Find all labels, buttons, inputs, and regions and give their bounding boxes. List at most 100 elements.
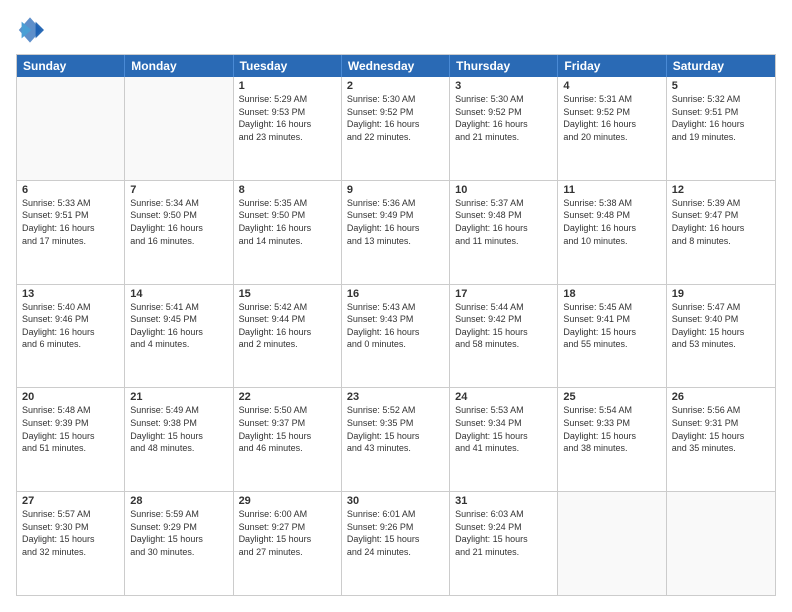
day-info: Sunrise: 5:37 AM Sunset: 9:48 PM Dayligh… — [455, 197, 552, 247]
day-cell-31: 31Sunrise: 6:03 AM Sunset: 9:24 PM Dayli… — [450, 492, 558, 595]
calendar: SundayMondayTuesdayWednesdayThursdayFrid… — [16, 54, 776, 596]
day-cell-21: 21Sunrise: 5:49 AM Sunset: 9:38 PM Dayli… — [125, 388, 233, 491]
day-info: Sunrise: 5:39 AM Sunset: 9:47 PM Dayligh… — [672, 197, 770, 247]
day-info: Sunrise: 5:42 AM Sunset: 9:44 PM Dayligh… — [239, 301, 336, 351]
week-row-2: 6Sunrise: 5:33 AM Sunset: 9:51 PM Daylig… — [17, 180, 775, 284]
day-cell-23: 23Sunrise: 5:52 AM Sunset: 9:35 PM Dayli… — [342, 388, 450, 491]
day-info: Sunrise: 5:36 AM Sunset: 9:49 PM Dayligh… — [347, 197, 444, 247]
day-number: 31 — [455, 495, 552, 507]
day-info: Sunrise: 5:48 AM Sunset: 9:39 PM Dayligh… — [22, 404, 119, 454]
day-info: Sunrise: 6:03 AM Sunset: 9:24 PM Dayligh… — [455, 508, 552, 558]
day-number: 21 — [130, 391, 227, 403]
day-number: 8 — [239, 184, 336, 196]
day-number: 10 — [455, 184, 552, 196]
logo-icon — [16, 16, 44, 44]
week-row-3: 13Sunrise: 5:40 AM Sunset: 9:46 PM Dayli… — [17, 284, 775, 388]
day-number: 22 — [239, 391, 336, 403]
day-cell-11: 11Sunrise: 5:38 AM Sunset: 9:48 PM Dayli… — [558, 181, 666, 284]
day-cell-26: 26Sunrise: 5:56 AM Sunset: 9:31 PM Dayli… — [667, 388, 775, 491]
day-info: Sunrise: 5:33 AM Sunset: 9:51 PM Dayligh… — [22, 197, 119, 247]
day-number: 6 — [22, 184, 119, 196]
page: SundayMondayTuesdayWednesdayThursdayFrid… — [0, 0, 792, 612]
day-number: 17 — [455, 288, 552, 300]
day-number: 19 — [672, 288, 770, 300]
day-number: 3 — [455, 80, 552, 92]
day-info: Sunrise: 5:41 AM Sunset: 9:45 PM Dayligh… — [130, 301, 227, 351]
empty-cell — [667, 492, 775, 595]
day-number: 9 — [347, 184, 444, 196]
day-info: Sunrise: 5:30 AM Sunset: 9:52 PM Dayligh… — [455, 93, 552, 143]
day-info: Sunrise: 5:53 AM Sunset: 9:34 PM Dayligh… — [455, 404, 552, 454]
day-number: 14 — [130, 288, 227, 300]
day-info: Sunrise: 5:35 AM Sunset: 9:50 PM Dayligh… — [239, 197, 336, 247]
week-row-1: 1Sunrise: 5:29 AM Sunset: 9:53 PM Daylig… — [17, 77, 775, 180]
day-cell-1: 1Sunrise: 5:29 AM Sunset: 9:53 PM Daylig… — [234, 77, 342, 180]
day-number: 18 — [563, 288, 660, 300]
day-number: 12 — [672, 184, 770, 196]
day-cell-6: 6Sunrise: 5:33 AM Sunset: 9:51 PM Daylig… — [17, 181, 125, 284]
day-cell-24: 24Sunrise: 5:53 AM Sunset: 9:34 PM Dayli… — [450, 388, 558, 491]
day-number: 26 — [672, 391, 770, 403]
calendar-header: SundayMondayTuesdayWednesdayThursdayFrid… — [17, 55, 775, 77]
day-info: Sunrise: 5:59 AM Sunset: 9:29 PM Dayligh… — [130, 508, 227, 558]
day-number: 11 — [563, 184, 660, 196]
day-cell-5: 5Sunrise: 5:32 AM Sunset: 9:51 PM Daylig… — [667, 77, 775, 180]
logo — [16, 16, 48, 44]
week-row-4: 20Sunrise: 5:48 AM Sunset: 9:39 PM Dayli… — [17, 387, 775, 491]
calendar-body: 1Sunrise: 5:29 AM Sunset: 9:53 PM Daylig… — [17, 77, 775, 595]
header-day-monday: Monday — [125, 55, 233, 77]
day-info: Sunrise: 6:00 AM Sunset: 9:27 PM Dayligh… — [239, 508, 336, 558]
day-number: 28 — [130, 495, 227, 507]
day-cell-28: 28Sunrise: 5:59 AM Sunset: 9:29 PM Dayli… — [125, 492, 233, 595]
day-info: Sunrise: 5:40 AM Sunset: 9:46 PM Dayligh… — [22, 301, 119, 351]
day-number: 25 — [563, 391, 660, 403]
empty-cell — [17, 77, 125, 180]
day-number: 7 — [130, 184, 227, 196]
day-cell-19: 19Sunrise: 5:47 AM Sunset: 9:40 PM Dayli… — [667, 285, 775, 388]
day-info: Sunrise: 5:50 AM Sunset: 9:37 PM Dayligh… — [239, 404, 336, 454]
day-cell-12: 12Sunrise: 5:39 AM Sunset: 9:47 PM Dayli… — [667, 181, 775, 284]
day-cell-7: 7Sunrise: 5:34 AM Sunset: 9:50 PM Daylig… — [125, 181, 233, 284]
day-cell-9: 9Sunrise: 5:36 AM Sunset: 9:49 PM Daylig… — [342, 181, 450, 284]
day-info: Sunrise: 5:54 AM Sunset: 9:33 PM Dayligh… — [563, 404, 660, 454]
day-info: Sunrise: 5:31 AM Sunset: 9:52 PM Dayligh… — [563, 93, 660, 143]
day-cell-10: 10Sunrise: 5:37 AM Sunset: 9:48 PM Dayli… — [450, 181, 558, 284]
day-cell-2: 2Sunrise: 5:30 AM Sunset: 9:52 PM Daylig… — [342, 77, 450, 180]
day-number: 2 — [347, 80, 444, 92]
day-cell-14: 14Sunrise: 5:41 AM Sunset: 9:45 PM Dayli… — [125, 285, 233, 388]
day-cell-20: 20Sunrise: 5:48 AM Sunset: 9:39 PM Dayli… — [17, 388, 125, 491]
day-number: 16 — [347, 288, 444, 300]
day-info: Sunrise: 5:56 AM Sunset: 9:31 PM Dayligh… — [672, 404, 770, 454]
day-info: Sunrise: 5:30 AM Sunset: 9:52 PM Dayligh… — [347, 93, 444, 143]
day-info: Sunrise: 5:43 AM Sunset: 9:43 PM Dayligh… — [347, 301, 444, 351]
header-day-tuesday: Tuesday — [234, 55, 342, 77]
day-info: Sunrise: 5:49 AM Sunset: 9:38 PM Dayligh… — [130, 404, 227, 454]
day-number: 13 — [22, 288, 119, 300]
day-cell-15: 15Sunrise: 5:42 AM Sunset: 9:44 PM Dayli… — [234, 285, 342, 388]
day-info: Sunrise: 5:38 AM Sunset: 9:48 PM Dayligh… — [563, 197, 660, 247]
day-cell-8: 8Sunrise: 5:35 AM Sunset: 9:50 PM Daylig… — [234, 181, 342, 284]
day-cell-25: 25Sunrise: 5:54 AM Sunset: 9:33 PM Dayli… — [558, 388, 666, 491]
day-number: 20 — [22, 391, 119, 403]
day-cell-30: 30Sunrise: 6:01 AM Sunset: 9:26 PM Dayli… — [342, 492, 450, 595]
day-info: Sunrise: 5:44 AM Sunset: 9:42 PM Dayligh… — [455, 301, 552, 351]
day-number: 23 — [347, 391, 444, 403]
day-number: 1 — [239, 80, 336, 92]
day-cell-17: 17Sunrise: 5:44 AM Sunset: 9:42 PM Dayli… — [450, 285, 558, 388]
day-cell-3: 3Sunrise: 5:30 AM Sunset: 9:52 PM Daylig… — [450, 77, 558, 180]
empty-cell — [558, 492, 666, 595]
day-info: Sunrise: 5:34 AM Sunset: 9:50 PM Dayligh… — [130, 197, 227, 247]
day-info: Sunrise: 5:57 AM Sunset: 9:30 PM Dayligh… — [22, 508, 119, 558]
day-cell-27: 27Sunrise: 5:57 AM Sunset: 9:30 PM Dayli… — [17, 492, 125, 595]
day-number: 5 — [672, 80, 770, 92]
day-number: 27 — [22, 495, 119, 507]
header-day-saturday: Saturday — [667, 55, 775, 77]
day-number: 4 — [563, 80, 660, 92]
day-number: 29 — [239, 495, 336, 507]
day-info: Sunrise: 6:01 AM Sunset: 9:26 PM Dayligh… — [347, 508, 444, 558]
day-cell-29: 29Sunrise: 6:00 AM Sunset: 9:27 PM Dayli… — [234, 492, 342, 595]
header — [16, 16, 776, 44]
day-info: Sunrise: 5:45 AM Sunset: 9:41 PM Dayligh… — [563, 301, 660, 351]
day-info: Sunrise: 5:32 AM Sunset: 9:51 PM Dayligh… — [672, 93, 770, 143]
header-day-friday: Friday — [558, 55, 666, 77]
